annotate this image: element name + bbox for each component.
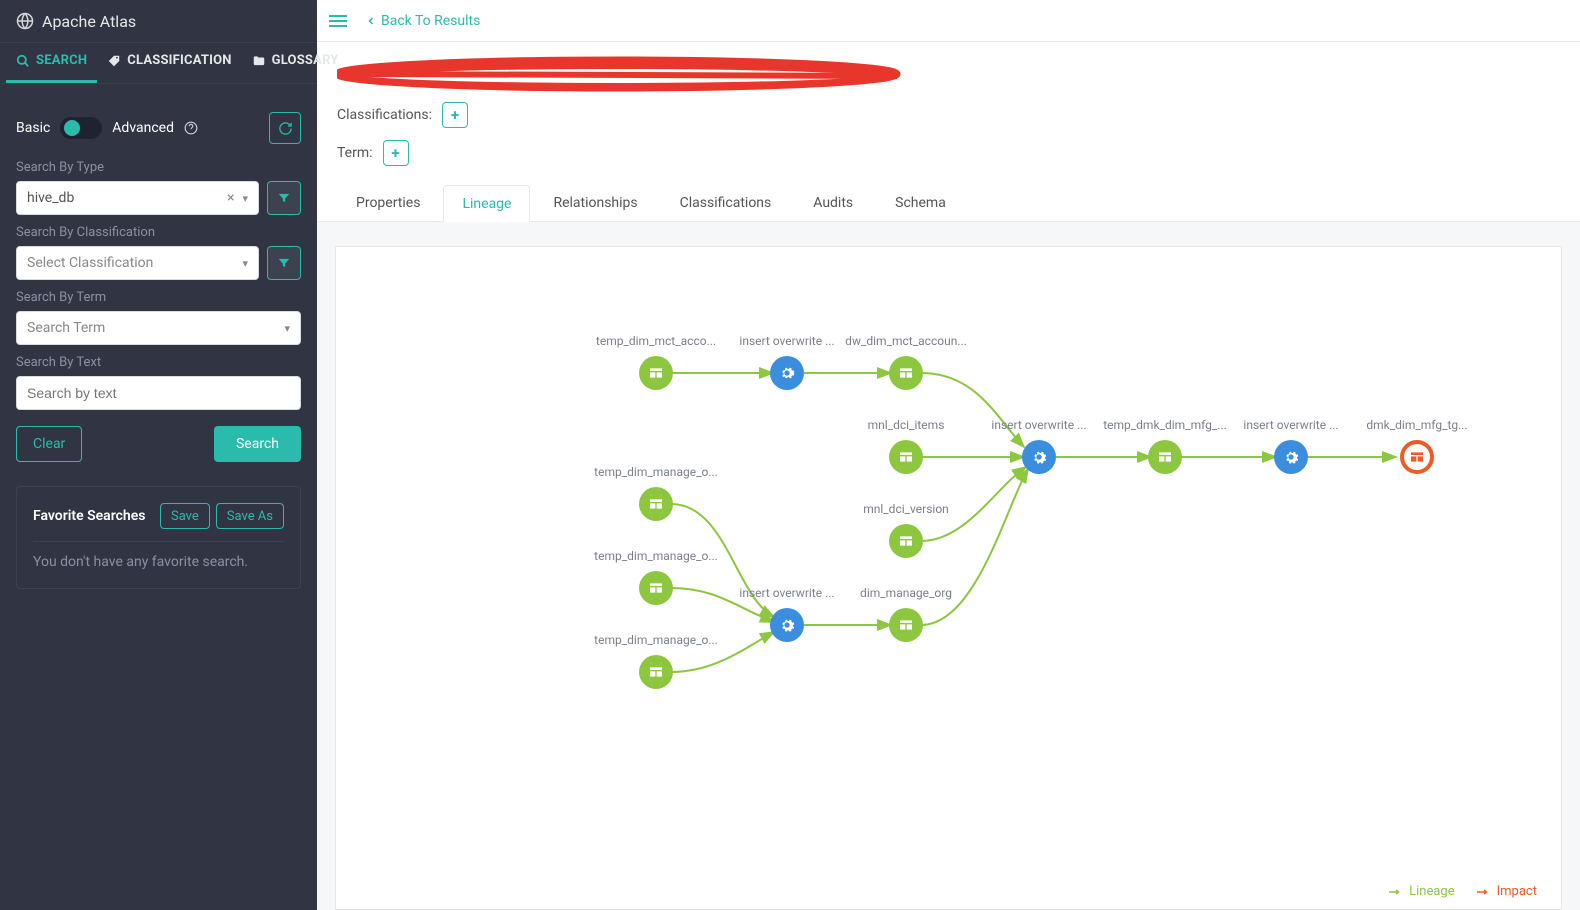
- add-classification-button[interactable]: +: [442, 102, 468, 128]
- favorite-empty: You don't have any favorite search.: [33, 554, 284, 570]
- tab-schema[interactable]: Schema: [876, 184, 965, 221]
- term-label: Search By Term: [16, 290, 301, 305]
- text-input-wrap: [16, 376, 301, 410]
- search-icon: [16, 54, 30, 68]
- detail-tabs: Properties Lineage Relationships Classif…: [317, 184, 1580, 222]
- lineage-node[interactable]: dw_dim_mct_accoun...: [841, 334, 971, 390]
- sidebar-tabs: SEARCH CLASSIFICATION GLOSSARY: [0, 42, 317, 84]
- table-icon: [648, 365, 664, 381]
- gear-icon: [779, 617, 795, 633]
- table-icon: [648, 580, 664, 596]
- app-title: Apache Atlas: [42, 12, 136, 31]
- caret-down-icon: ▾: [284, 322, 290, 335]
- classifications-label: Classifications:: [337, 107, 432, 123]
- term-label-detail: Term:: [337, 145, 373, 161]
- tab-search[interactable]: SEARCH: [6, 43, 97, 83]
- legend-lineage: Lineage: [1389, 884, 1455, 899]
- refresh-icon: [278, 121, 293, 136]
- classification-filter-button[interactable]: [267, 246, 301, 280]
- lineage-node[interactable]: temp_dmk_dim_mfg_...: [1100, 418, 1230, 474]
- lineage-node[interactable]: mnl_dci_version: [841, 502, 971, 558]
- lineage-node[interactable]: insert overwrite ...: [974, 418, 1104, 474]
- tab-classifications[interactable]: Classifications: [661, 184, 791, 221]
- tab-relationships[interactable]: Relationships: [534, 184, 656, 221]
- search-button[interactable]: Search: [214, 426, 301, 462]
- lineage-node[interactable]: temp_dim_mct_acco...: [591, 334, 721, 390]
- clear-type-icon[interactable]: ×: [227, 190, 234, 206]
- sidebar-header: Apache Atlas: [0, 0, 317, 42]
- table-icon: [898, 617, 914, 633]
- favorite-searches: Favorite Searches Save Save As You don't…: [16, 486, 301, 589]
- table-icon: [1157, 449, 1173, 465]
- tab-audits[interactable]: Audits: [794, 184, 872, 221]
- lineage-canvas[interactable]: temp_dim_mct_acco... insert overwrite ..…: [335, 246, 1562, 910]
- lineage-node[interactable]: temp_dim_manage_o...: [591, 633, 721, 689]
- tab-lineage[interactable]: Lineage: [443, 185, 530, 222]
- lineage-node[interactable]: insert overwrite ...: [1226, 418, 1356, 474]
- gear-icon: [1031, 449, 1047, 465]
- table-icon: [898, 533, 914, 549]
- advanced-label: Advanced: [112, 120, 174, 136]
- fav-save-as-button[interactable]: Save As: [216, 503, 284, 529]
- detail-header: Classifications: + Term: +: [317, 42, 1580, 170]
- legend-impact: Impact: [1477, 884, 1537, 899]
- tab-classification[interactable]: CLASSIFICATION: [97, 43, 241, 83]
- lineage-node-current[interactable]: dmk_dim_mfg_tg...: [1352, 418, 1482, 474]
- add-term-button[interactable]: +: [383, 140, 409, 166]
- table-icon: [1409, 449, 1425, 465]
- globe-icon: [16, 12, 34, 30]
- refresh-button[interactable]: [269, 112, 301, 144]
- lineage-node[interactable]: mnl_dci_items: [841, 418, 971, 474]
- tab-properties[interactable]: Properties: [337, 184, 439, 221]
- lineage-node[interactable]: temp_dim_manage_o...: [591, 465, 721, 521]
- caret-down-icon: ▾: [242, 192, 248, 205]
- basic-advanced-toggle[interactable]: [60, 117, 102, 139]
- lineage-node[interactable]: dim_manage_org: [841, 586, 971, 642]
- back-to-results-link[interactable]: Back To Results: [365, 13, 480, 29]
- chevron-left-icon: [365, 15, 377, 27]
- clear-button[interactable]: Clear: [16, 426, 82, 462]
- classification-select[interactable]: Select Classification ▾: [16, 246, 259, 280]
- table-icon: [898, 365, 914, 381]
- basic-label: Basic: [16, 120, 50, 136]
- tag-icon: [107, 54, 121, 68]
- filter-icon: [277, 256, 291, 270]
- lineage-node[interactable]: insert overwrite ...: [722, 586, 852, 642]
- favorite-title: Favorite Searches: [33, 508, 145, 524]
- help-icon[interactable]: [184, 121, 198, 135]
- caret-down-icon: ▾: [242, 257, 248, 270]
- lineage-legend: Lineage Impact: [1389, 884, 1537, 899]
- type-select[interactable]: hive_db ×▾: [16, 181, 259, 215]
- table-icon: [648, 664, 664, 680]
- classification-label: Search By Classification: [16, 225, 301, 240]
- term-select[interactable]: Search Term ▾: [16, 311, 301, 345]
- folder-icon: [252, 54, 266, 68]
- fav-save-button[interactable]: Save: [160, 503, 210, 529]
- entity-title-redacted: [337, 58, 897, 90]
- sidebar-toggle-icon[interactable]: [329, 12, 347, 30]
- filter-icon: [277, 191, 291, 205]
- topbar: Back To Results: [317, 0, 1580, 42]
- table-icon: [898, 449, 914, 465]
- lineage-panel: temp_dim_mct_acco... insert overwrite ..…: [317, 222, 1580, 910]
- lineage-node[interactable]: temp_dim_manage_o...: [591, 549, 721, 605]
- main: Back To Results Classifications: + Term:…: [317, 0, 1580, 910]
- text-input[interactable]: [27, 385, 290, 401]
- table-icon: [648, 496, 664, 512]
- text-label: Search By Text: [16, 355, 301, 370]
- lineage-node[interactable]: insert overwrite ...: [722, 334, 852, 390]
- type-filter-button[interactable]: [267, 181, 301, 215]
- gear-icon: [779, 365, 795, 381]
- gear-icon: [1283, 449, 1299, 465]
- sidebar: Apache Atlas SEARCH CLASSIFICATION GLOSS…: [0, 0, 317, 910]
- type-label: Search By Type: [16, 160, 301, 175]
